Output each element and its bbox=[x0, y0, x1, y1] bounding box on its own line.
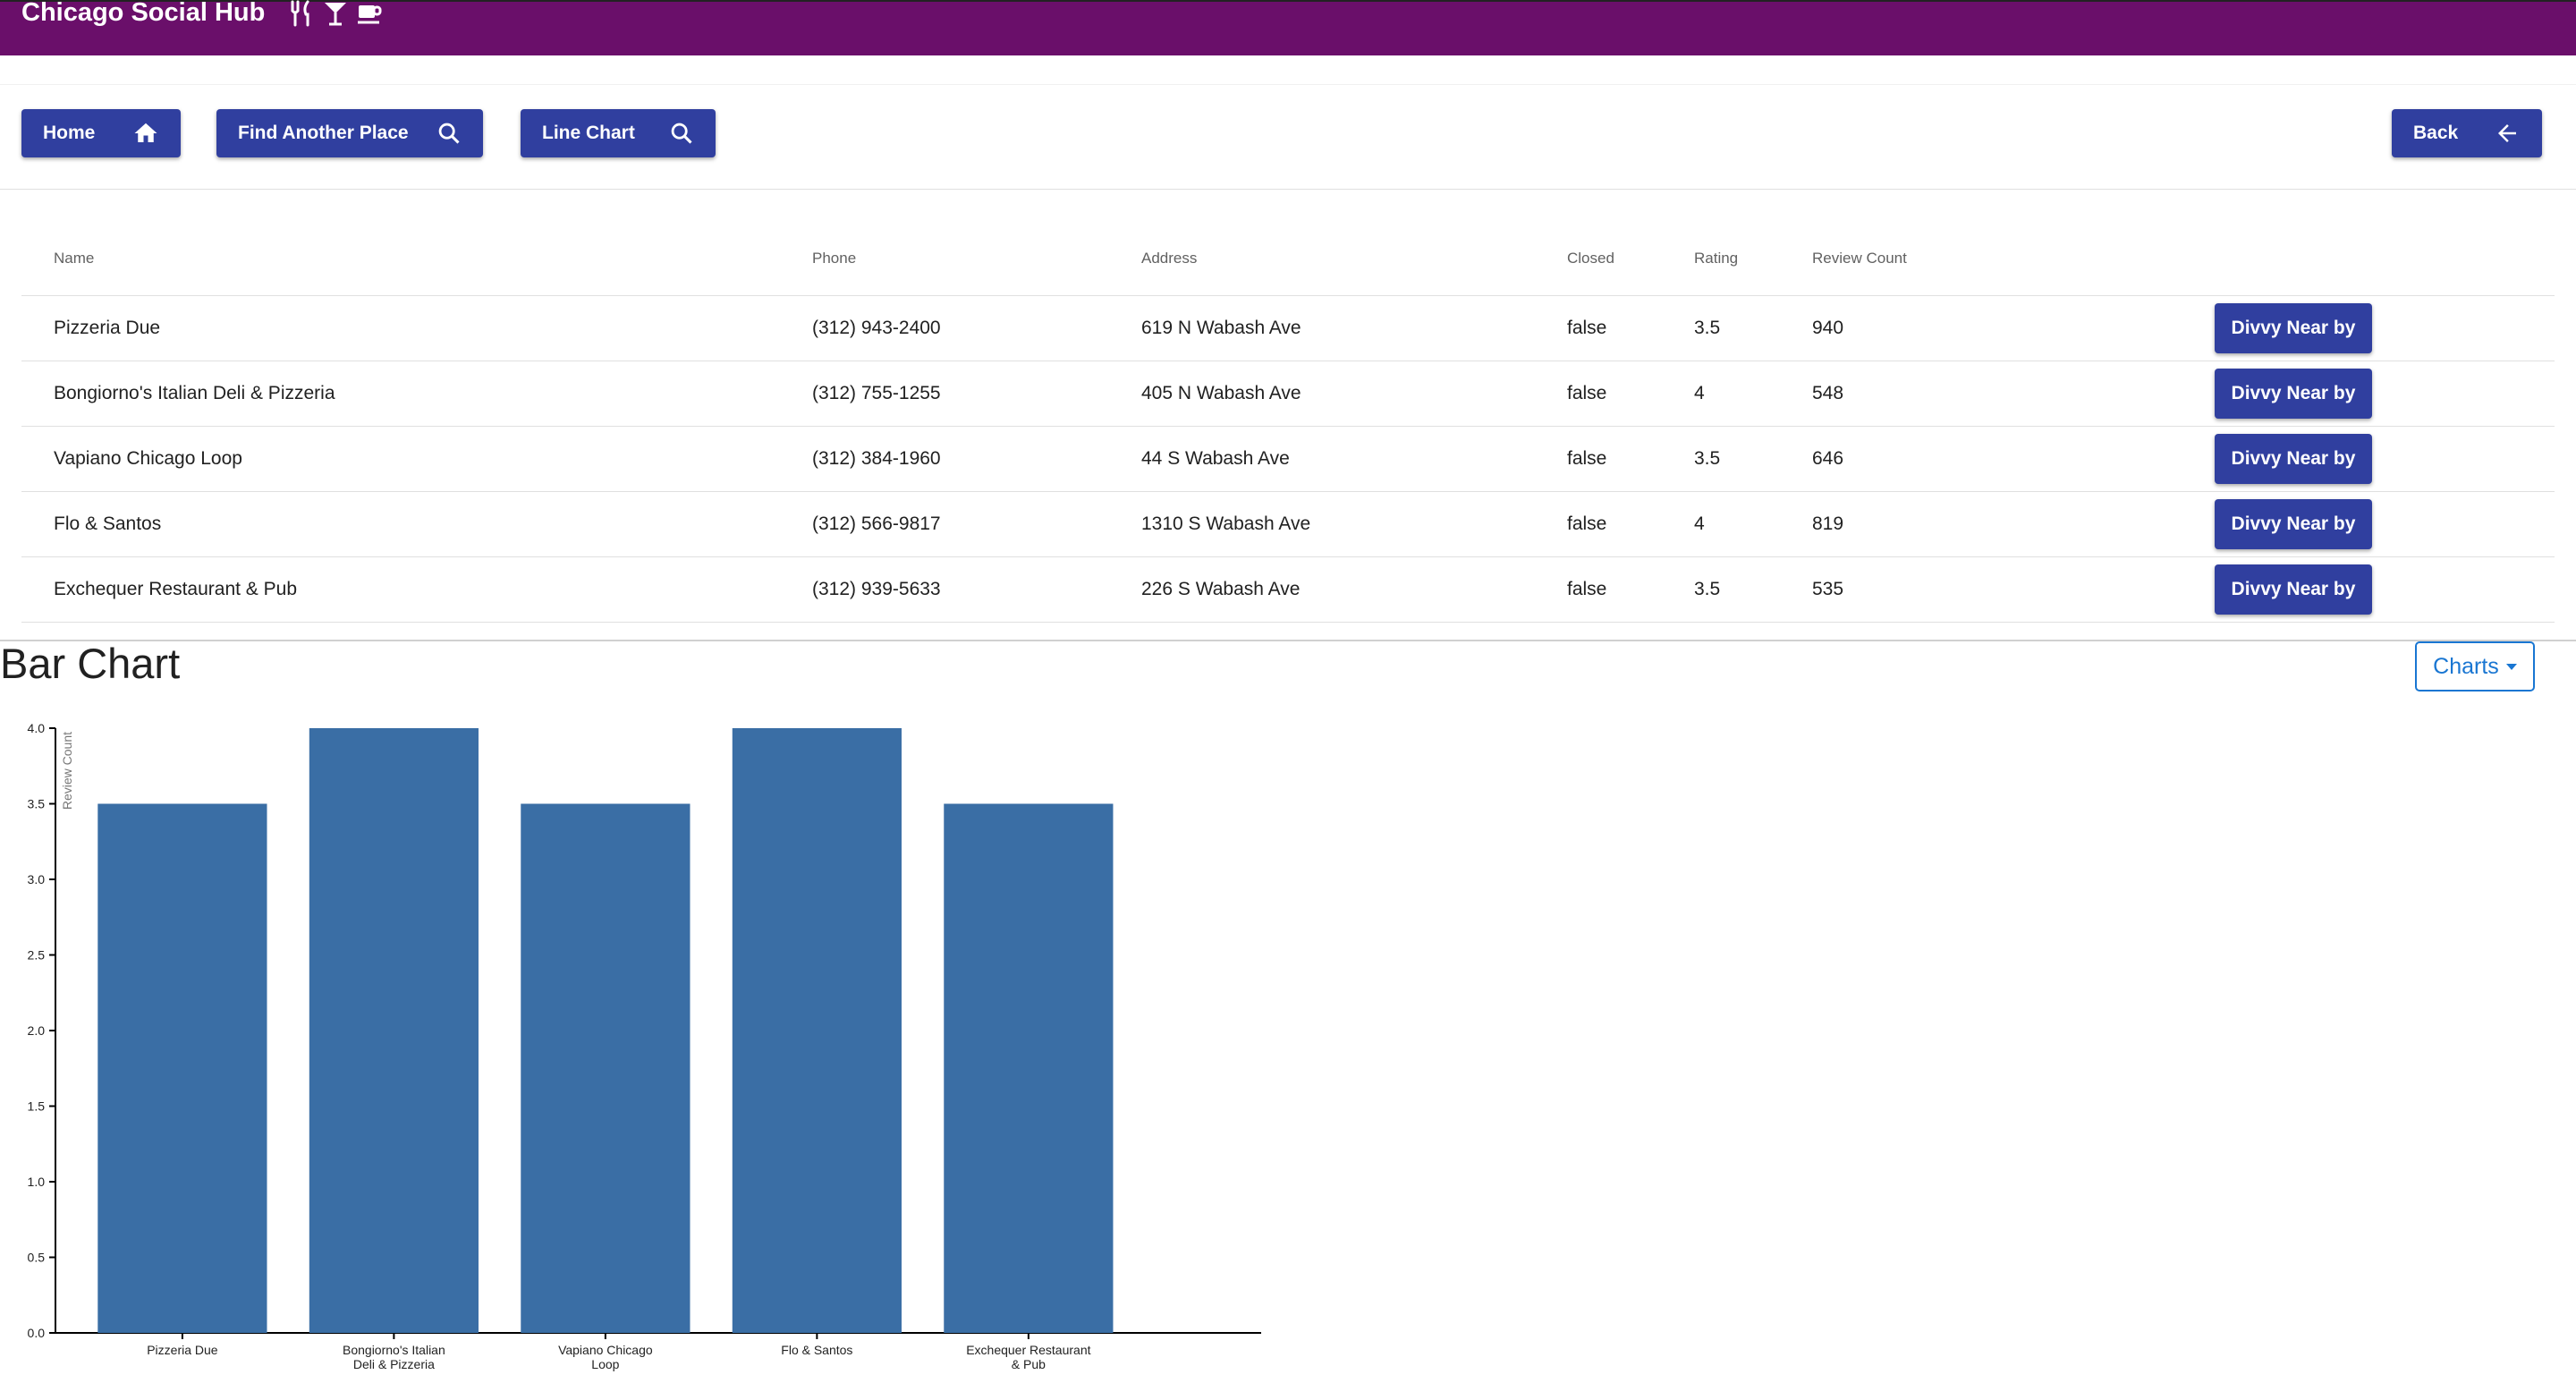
find-another-place-label: Find Another Place bbox=[238, 123, 409, 143]
home-button[interactable]: Home bbox=[21, 109, 181, 157]
bar-chart: 0.0 0.5 1.0 1.5 2.0 2.5 3.0 3.5 4.0 Review Count P… bbox=[28, 721, 1261, 1371]
y-tick-label: 3.0 bbox=[28, 872, 46, 887]
cell-address: 226 S Wabash Ave bbox=[1141, 579, 1301, 599]
y-tick-label: 1.0 bbox=[28, 1175, 46, 1189]
find-another-place-button[interactable]: Find Another Place bbox=[216, 109, 483, 157]
cell-rating: 3.5 bbox=[1694, 448, 1721, 469]
app-header: Chicago Social Hub bbox=[0, 0, 2576, 55]
cell-address: 619 N Wabash Ave bbox=[1141, 318, 1301, 338]
home-button-label: Home bbox=[43, 123, 96, 143]
cell-closed: false bbox=[1567, 513, 1607, 534]
cell-name: Vapiano Chicago Loop bbox=[54, 448, 242, 469]
y-tick-label: 2.5 bbox=[28, 948, 46, 963]
x-tick-label: Deli & Pizzeria bbox=[353, 1357, 435, 1371]
bar bbox=[309, 728, 479, 1333]
cell-phone: (312) 755-1255 bbox=[812, 383, 941, 403]
table-row: Flo & Santos (312) 566-9817 1310 S Wabas… bbox=[21, 492, 2555, 557]
x-tick-label: Flo & Santos bbox=[781, 1343, 852, 1357]
x-tick-label: Pizzeria Due bbox=[147, 1343, 218, 1357]
cell-phone: (312) 384-1960 bbox=[812, 448, 941, 469]
cell-phone: (312) 939-5633 bbox=[812, 579, 941, 599]
search-icon bbox=[424, 121, 462, 146]
x-tick-label: & Pub bbox=[1012, 1357, 1046, 1371]
header-icons bbox=[288, 0, 383, 27]
table-row: Pizzeria Due (312) 943-2400 619 N Wabash… bbox=[21, 296, 2555, 361]
cell-phone: (312) 566-9817 bbox=[812, 513, 941, 534]
coffee-cup-icon bbox=[356, 0, 383, 27]
column-header-rating: Rating bbox=[1694, 250, 1739, 267]
table-row: Bongiorno's Italian Deli & Pizzeria (312… bbox=[21, 361, 2555, 427]
table-row: Vapiano Chicago Loop (312) 384-1960 44 S… bbox=[21, 427, 2555, 492]
divvy-near-by-button[interactable]: Divvy Near by bbox=[2215, 434, 2372, 484]
cell-name: Exchequer Restaurant & Pub bbox=[54, 579, 297, 599]
bar bbox=[521, 803, 691, 1333]
cell-closed: false bbox=[1567, 383, 1607, 403]
charts-dropdown-label: Charts bbox=[2433, 653, 2499, 679]
home-icon bbox=[120, 120, 159, 147]
line-chart-button[interactable]: Line Chart bbox=[521, 109, 716, 157]
arrow-left-icon bbox=[2481, 120, 2521, 147]
y-tick-label: 0.0 bbox=[28, 1326, 46, 1340]
chart-heading: Bar Chart bbox=[0, 640, 181, 687]
caret-down-icon bbox=[2505, 663, 2517, 670]
y-tick-label: 1.5 bbox=[28, 1099, 46, 1114]
restaurant-icon bbox=[288, 0, 315, 27]
y-tick-label: 3.5 bbox=[28, 797, 46, 811]
cell-closed: false bbox=[1567, 318, 1607, 338]
cell-address: 1310 S Wabash Ave bbox=[1141, 513, 1311, 534]
divvy-near-by-button[interactable]: Divvy Near by bbox=[2215, 369, 2372, 419]
column-header-address: Address bbox=[1141, 250, 1198, 267]
cell-closed: false bbox=[1567, 579, 1607, 599]
x-tick-label: Vapiano Chicago bbox=[558, 1343, 653, 1357]
cell-rating: 3.5 bbox=[1694, 318, 1721, 338]
cell-review-count: 940 bbox=[1812, 318, 1844, 338]
cell-address: 44 S Wabash Ave bbox=[1141, 448, 1290, 469]
cell-name: Bongiorno's Italian Deli & Pizzeria bbox=[54, 383, 335, 403]
cell-closed: false bbox=[1567, 448, 1607, 469]
card-divider bbox=[0, 640, 2576, 641]
y-tick-label: 0.5 bbox=[28, 1251, 46, 1265]
column-header-closed: Closed bbox=[1567, 250, 1614, 267]
cell-rating: 4 bbox=[1694, 513, 1705, 534]
table-header-row: Name Phone Address Closed Rating Review … bbox=[21, 222, 2555, 296]
x-tick-label: Loop bbox=[591, 1357, 619, 1371]
divvy-near-by-button[interactable]: Divvy Near by bbox=[2215, 564, 2372, 615]
x-tick-label: Bongiorno's Italian bbox=[343, 1343, 445, 1357]
charts-dropdown-button[interactable]: Charts bbox=[2415, 641, 2535, 692]
cell-name: Flo & Santos bbox=[54, 513, 162, 534]
divvy-near-by-button[interactable]: Divvy Near by bbox=[2215, 499, 2372, 549]
search-icon bbox=[657, 121, 694, 146]
column-header-phone: Phone bbox=[812, 250, 857, 267]
app-title: Chicago Social Hub bbox=[21, 0, 266, 27]
cell-rating: 4 bbox=[1694, 383, 1705, 403]
cell-review-count: 548 bbox=[1812, 383, 1844, 403]
cell-name: Pizzeria Due bbox=[54, 318, 161, 338]
back-button[interactable]: Back bbox=[2392, 109, 2542, 157]
cell-phone: (312) 943-2400 bbox=[812, 318, 941, 338]
places-table: Name Phone Address Closed Rating Review … bbox=[21, 222, 2555, 623]
cocktail-icon bbox=[322, 0, 349, 27]
toolbar: Home Find Another Place Line Chart Back bbox=[0, 84, 2576, 190]
cell-address: 405 N Wabash Ave bbox=[1141, 383, 1301, 403]
x-tick-label: Exchequer Restaurant bbox=[966, 1343, 1090, 1357]
line-chart-label: Line Chart bbox=[542, 123, 635, 143]
cell-review-count: 535 bbox=[1812, 579, 1844, 599]
y-tick-label: 2.0 bbox=[28, 1023, 46, 1038]
cell-review-count: 819 bbox=[1812, 513, 1844, 534]
bar bbox=[97, 803, 267, 1333]
y-tick-label: 4.0 bbox=[28, 721, 46, 735]
y-axis-title: Review Count bbox=[60, 732, 74, 810]
table-row: Exchequer Restaurant & Pub (312) 939-563… bbox=[21, 557, 2555, 623]
cell-review-count: 646 bbox=[1812, 448, 1844, 469]
column-header-review-count: Review Count bbox=[1812, 250, 1907, 267]
back-button-label: Back bbox=[2413, 123, 2459, 143]
bar bbox=[944, 803, 1114, 1333]
bar bbox=[732, 728, 902, 1333]
cell-rating: 3.5 bbox=[1694, 579, 1721, 599]
divvy-near-by-button[interactable]: Divvy Near by bbox=[2215, 303, 2372, 353]
column-header-name: Name bbox=[54, 250, 95, 267]
